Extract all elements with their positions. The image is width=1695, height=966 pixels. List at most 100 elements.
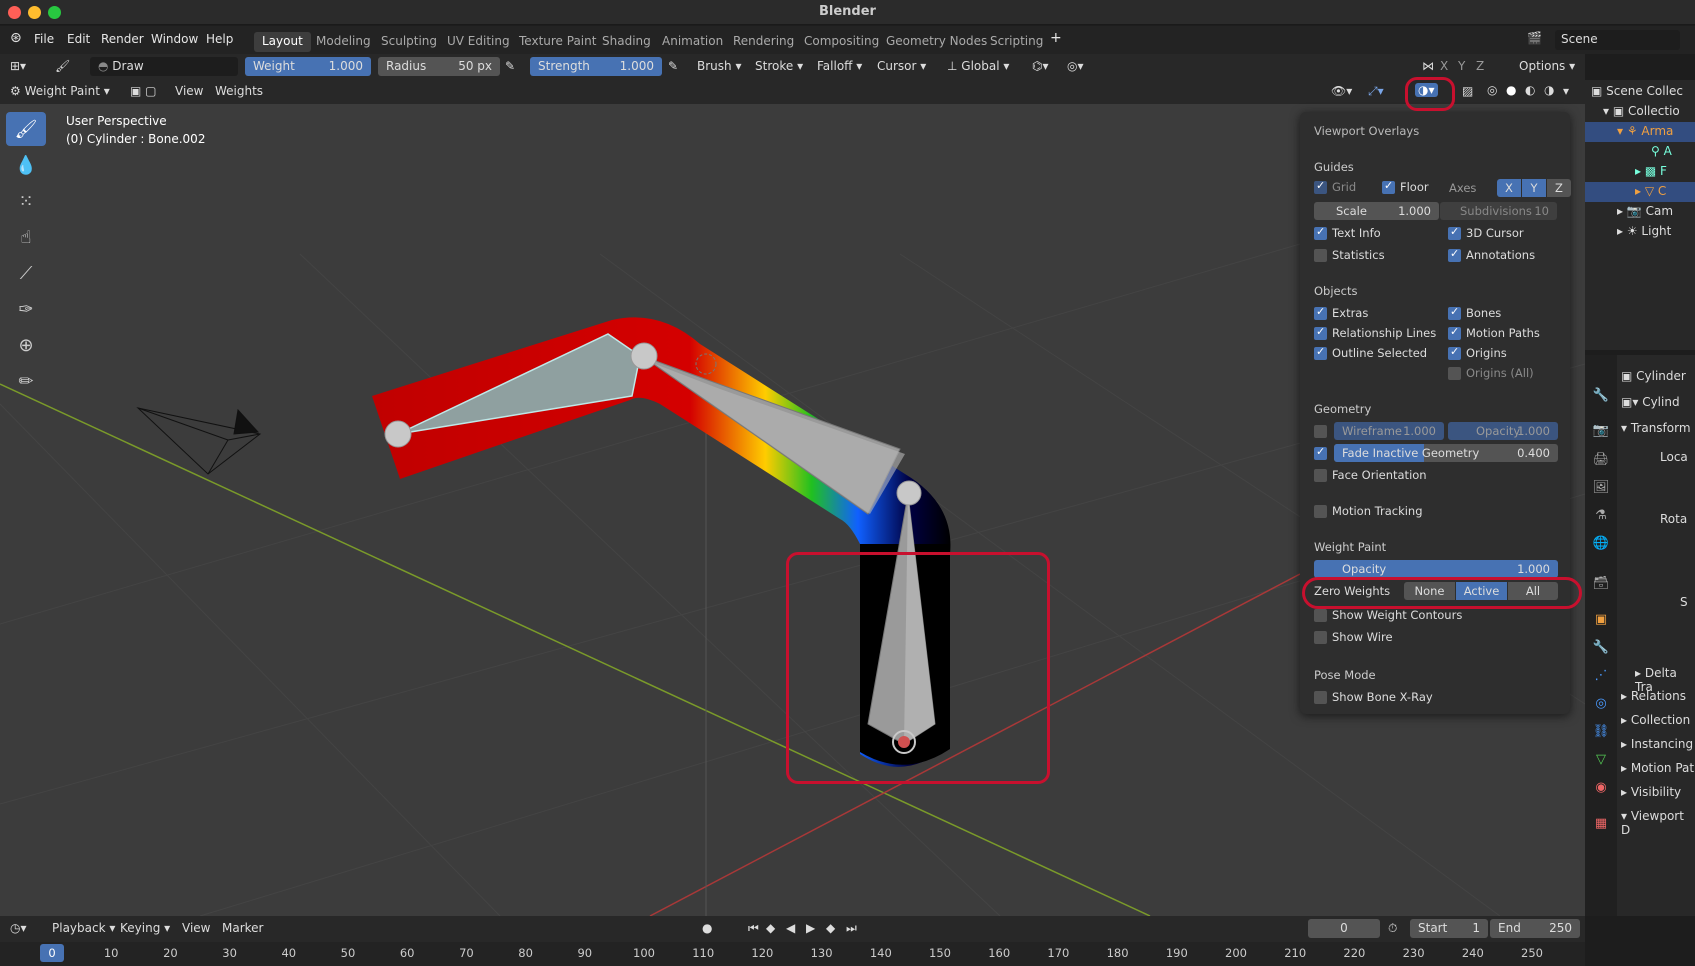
modifier-props-icon[interactable]: 🔧 bbox=[1585, 640, 1617, 664]
relationship-lines-checkbox[interactable]: Relationship Lines bbox=[1314, 325, 1436, 340]
shading-wireframe-icon[interactable]: ◎ bbox=[1487, 83, 1497, 97]
sample-weight-icon[interactable]: ✑ bbox=[6, 292, 46, 326]
xray-icon[interactable]: ▨ bbox=[1462, 84, 1473, 98]
blur-tool-icon[interactable]: 💧 bbox=[6, 148, 46, 182]
mirror-z[interactable]: Z bbox=[1476, 59, 1484, 73]
statistics-checkbox[interactable]: Statistics bbox=[1314, 248, 1385, 262]
options-dropdown[interactable]: Options ▾ bbox=[1519, 59, 1575, 73]
radius-slider[interactable]: Radius 50 px bbox=[378, 57, 500, 76]
gizmo-icon[interactable]: ⤢▾ bbox=[1368, 84, 1384, 99]
mirror-x[interactable]: X bbox=[1440, 59, 1448, 73]
strength-slider[interactable]: Strength 1.000 bbox=[530, 57, 662, 76]
tab-animation[interactable]: Animation bbox=[654, 32, 731, 52]
panel-relations[interactable]: ▸ Relations bbox=[1621, 689, 1686, 703]
menu-file[interactable]: File bbox=[34, 32, 54, 46]
outliner-row-armature[interactable]: ▾ ⚘ Arma bbox=[1617, 124, 1673, 138]
outliner-row-scene[interactable]: ▣ Scene Collec bbox=[1591, 84, 1683, 98]
tool-props-icon[interactable]: 🔧 bbox=[1585, 388, 1617, 412]
text-info-checkbox[interactable]: Text Info bbox=[1314, 225, 1381, 240]
timeline-view-menu[interactable]: View bbox=[182, 921, 210, 935]
output-props-icon[interactable]: 🖨 bbox=[1585, 452, 1617, 476]
current-frame-field[interactable]: 0 bbox=[1308, 919, 1380, 938]
tab-texture-paint[interactable]: Texture Paint bbox=[511, 32, 604, 52]
show-bone-xray-checkbox[interactable]: Show Bone X-Ray bbox=[1314, 690, 1433, 704]
timeline[interactable]: 0 10 20 30 40 50 60 70 80 90 100 110 120 130 140 150 160… bbox=[0, 942, 1585, 966]
stopwatch-icon[interactable]: ⏱ bbox=[1388, 921, 1397, 936]
start-frame-field[interactable]: Start 1 bbox=[1410, 919, 1488, 938]
data-props-icon[interactable]: ▽ bbox=[1585, 752, 1617, 776]
play-reverse-icon[interactable]: ◀ bbox=[786, 921, 795, 935]
cursor-tool-icon[interactable]: ⊕ bbox=[6, 328, 46, 362]
radius-pressure-icon[interactable]: ✎ bbox=[505, 59, 515, 73]
outliner-row-collection[interactable]: ▾ ▣ Collectio bbox=[1603, 104, 1680, 118]
object-props-icon[interactable]: ▣ bbox=[1585, 612, 1617, 636]
blender-logo-icon[interactable]: ⊛ bbox=[10, 30, 22, 46]
orientation-dropdown[interactable]: ⊥ Global ▾ bbox=[947, 59, 1009, 73]
jump-start-icon[interactable]: ⏮ bbox=[748, 921, 759, 936]
mirror-y[interactable]: Y bbox=[1458, 59, 1465, 73]
tab-scripting[interactable]: Scripting bbox=[982, 32, 1051, 52]
weight-slider[interactable]: Weight 1.000 bbox=[245, 57, 371, 76]
annotations-checkbox[interactable]: Annotations bbox=[1448, 247, 1535, 262]
physics-props-icon[interactable]: ◎ bbox=[1585, 696, 1617, 720]
weight-paint-opacity-slider[interactable]: Opacity 1.000 bbox=[1314, 560, 1558, 578]
motion-tracking-checkbox[interactable]: Motion Tracking bbox=[1314, 504, 1423, 518]
extras-checkbox[interactable]: Extras bbox=[1314, 305, 1368, 320]
brush-name-field[interactable]: ◓ Draw bbox=[90, 57, 238, 76]
render-props-icon[interactable]: 📷 bbox=[1585, 423, 1617, 447]
proportional-icon[interactable]: ◎▾ bbox=[1067, 59, 1084, 73]
mirror-icon[interactable]: ⋈ bbox=[1422, 59, 1434, 73]
menu-edit[interactable]: Edit bbox=[67, 32, 90, 46]
next-keyframe-icon[interactable]: ◆ bbox=[826, 921, 835, 935]
scene-icon[interactable]: 🎬 bbox=[1527, 31, 1542, 45]
snapping-icon[interactable]: ⌬▾ bbox=[1032, 59, 1049, 73]
menu-view[interactable]: View bbox=[175, 84, 203, 98]
panel-collections[interactable]: ▸ Collection bbox=[1621, 713, 1690, 727]
gradient-tool-icon[interactable]: ⟋ bbox=[6, 256, 46, 290]
origins-checkbox[interactable]: Origins bbox=[1448, 345, 1507, 360]
view-layer-props-icon[interactable]: 🖼 bbox=[1585, 480, 1617, 504]
3d-cursor-checkbox[interactable]: 3D Cursor bbox=[1448, 225, 1524, 240]
camera-object[interactable] bbox=[136, 407, 262, 475]
origins-all-checkbox[interactable]: Origins (All) bbox=[1448, 366, 1534, 380]
outliner-row-bone[interactable]: ▸ ▩ F bbox=[1635, 164, 1667, 178]
outliner-row-camera[interactable]: ▸ 📷 Cam bbox=[1617, 204, 1673, 218]
geometry-opacity-slider[interactable]: Opacity 1.000 bbox=[1448, 422, 1558, 440]
tab-uv-editing[interactable]: UV Editing bbox=[439, 32, 518, 52]
mask-icon[interactable]: ▣ ▢ bbox=[130, 84, 157, 98]
tab-compositing[interactable]: Compositing bbox=[796, 32, 887, 52]
tab-geometry-nodes[interactable]: Geometry Nodes bbox=[878, 32, 995, 52]
fade-inactive-slider[interactable]: Fade Inactive Geometry 0.400 bbox=[1334, 444, 1558, 462]
motion-paths-checkbox[interactable]: Motion Paths bbox=[1448, 325, 1540, 340]
collection-props-icon[interactable]: 🗃 bbox=[1585, 576, 1617, 600]
tab-layout[interactable]: Layout bbox=[254, 32, 311, 52]
timeline-keying-menu[interactable]: Keying ▾ bbox=[120, 921, 170, 935]
shading-material-icon[interactable]: ◐ bbox=[1525, 83, 1535, 97]
outline-selected-checkbox[interactable]: Outline Selected bbox=[1314, 345, 1427, 360]
tab-modeling[interactable]: Modeling bbox=[308, 32, 379, 52]
axis-y-toggle[interactable]: Y bbox=[1522, 179, 1546, 197]
show-weight-contours-checkbox[interactable]: Show Weight Contours bbox=[1314, 608, 1462, 622]
timeline-marker-menu[interactable]: Marker bbox=[222, 921, 263, 935]
brush-dropdown[interactable]: Brush ▾ bbox=[697, 59, 741, 73]
prev-keyframe-icon[interactable]: ◆ bbox=[766, 921, 775, 935]
floor-checkbox[interactable]: Floor bbox=[1382, 179, 1429, 194]
bones-checkbox[interactable]: Bones bbox=[1448, 305, 1501, 320]
end-frame-field[interactable]: End 250 bbox=[1490, 919, 1580, 938]
menu-render[interactable]: Render bbox=[101, 32, 144, 46]
annotate-tool-icon[interactable]: ✏ bbox=[6, 364, 46, 398]
outliner-row-pose[interactable]: ⚲ A bbox=[1651, 144, 1672, 158]
show-wire-checkbox[interactable]: Show Wire bbox=[1314, 630, 1393, 644]
shading-solid-icon[interactable]: ● bbox=[1506, 83, 1516, 97]
timeline-playback-menu[interactable]: Playback ▾ bbox=[52, 921, 115, 935]
tab-sculpting[interactable]: Sculpting bbox=[373, 32, 445, 52]
panel-instancing[interactable]: ▸ Instancing bbox=[1621, 737, 1693, 751]
shading-options-icon[interactable]: ▾ bbox=[1563, 84, 1569, 98]
average-tool-icon[interactable]: ⁙ bbox=[6, 184, 46, 218]
scale-field[interactable]: Scale 1.000 bbox=[1314, 202, 1439, 220]
outliner-row-light[interactable]: ▸ ☀ Light bbox=[1617, 224, 1671, 238]
draw-tool-icon[interactable]: 🖌 bbox=[6, 112, 46, 146]
particles-props-icon[interactable]: ⋰ bbox=[1585, 668, 1617, 692]
jump-end-icon[interactable]: ⏭ bbox=[846, 921, 857, 936]
strength-pressure-icon[interactable]: ✎ bbox=[668, 59, 678, 73]
